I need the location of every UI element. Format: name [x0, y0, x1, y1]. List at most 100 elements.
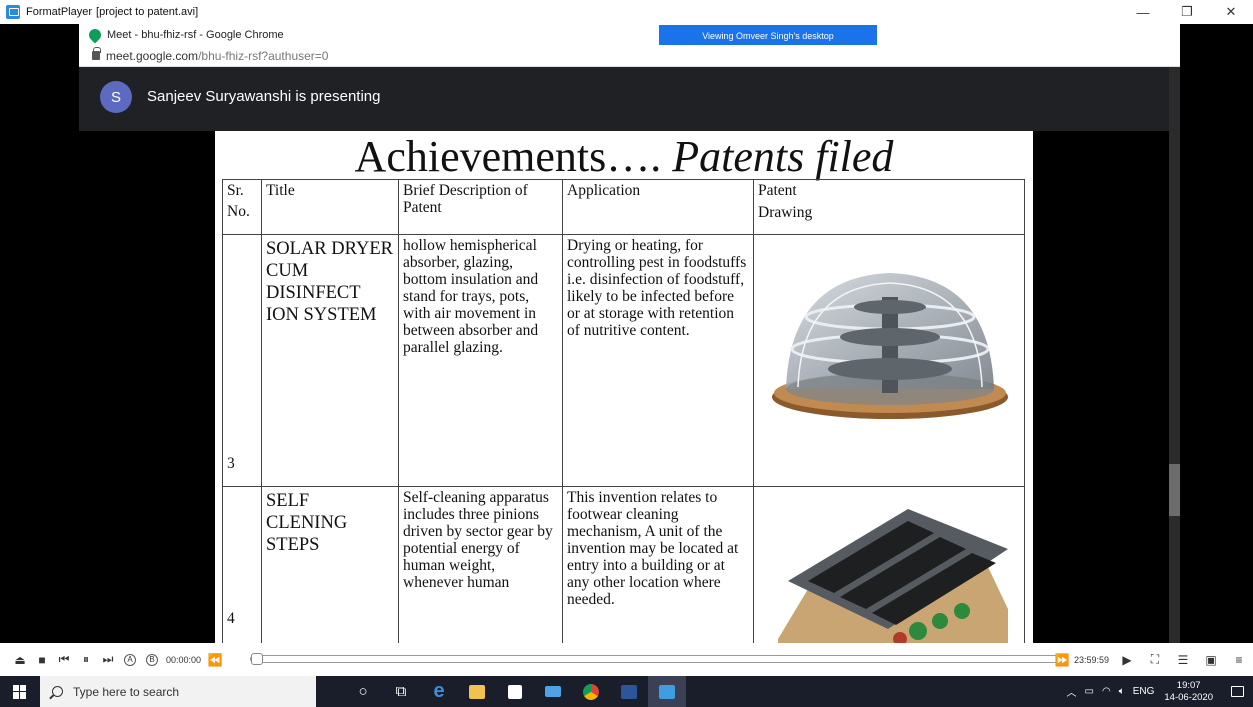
seek-handle[interactable] — [251, 653, 263, 665]
presentation-slide: Achievements…. Patents filed Sr. No. Titl… — [215, 131, 1033, 643]
meet-location-icon — [86, 26, 104, 43]
snapshot-icon[interactable]: ▣ — [1203, 650, 1219, 670]
language-indicator[interactable]: ENG — [1133, 686, 1155, 697]
chrome-address-bar: meet.google.com/bhu-fhiz-rsf?authuser=0 — [79, 45, 1180, 67]
task-view-icon[interactable]: ⧉ — [382, 676, 420, 707]
clock-date: 14-06-2020 — [1164, 691, 1213, 703]
player-file-name: [project to patent.avi] — [96, 6, 199, 18]
remaining-time: 23:59:59 — [1073, 654, 1109, 665]
header-title: Title — [261, 179, 399, 235]
table-header-row: Sr. No. Title Brief Description of Patent… — [222, 179, 1025, 235]
fullscreen-icon[interactable]: ⛶ — [1147, 650, 1163, 670]
current-time: 00:00:00 — [166, 654, 202, 665]
header-sr-line1: Sr. — [227, 182, 244, 199]
avatar: S — [100, 81, 132, 113]
volume-icon[interactable]: ▶ — [1119, 650, 1135, 670]
header-drawing: Patent Drawing — [753, 179, 1025, 235]
ab-repeat-a-button[interactable]: A — [122, 650, 138, 670]
restore-button[interactable]: ❐ — [1165, 0, 1209, 24]
chrome-window-title: Meet - bhu-fhiz-rsf - Google Chrome — [107, 28, 284, 41]
self-cleaning-steps-image — [778, 509, 1008, 643]
search-icon — [52, 686, 63, 697]
store-icon[interactable] — [496, 676, 534, 707]
row-sr: 3 — [222, 234, 262, 487]
rewind-icon[interactable]: ⏪ — [207, 650, 223, 670]
file-explorer-icon[interactable] — [458, 676, 496, 707]
header-sr-line2: No. — [227, 203, 250, 220]
wifi-icon[interactable]: ◠ — [1102, 686, 1111, 697]
video-area[interactable]: Meet - bhu-fhiz-rsf - Google Chrome View… — [0, 24, 1253, 643]
edge-icon[interactable]: e — [420, 676, 458, 707]
eject-icon[interactable]: ⏏ — [12, 650, 28, 670]
battery-icon[interactable]: ▭ — [1085, 686, 1094, 697]
table-row: 3 SOLAR DRYER CUM DISINFECT ION SYSTEM h… — [222, 234, 1025, 487]
start-button[interactable] — [0, 676, 40, 707]
row-application: Drying or heating, for controlling pest … — [562, 234, 754, 487]
equalizer-icon[interactable]: ☰ — [1175, 650, 1191, 670]
speaker-icon[interactable]: 🔈︎ — [1119, 686, 1125, 697]
notification-icon — [1230, 686, 1244, 697]
previous-icon[interactable]: ⏮ — [56, 650, 72, 670]
row-description: hollow hemispherical absorber, glazing, … — [398, 234, 563, 487]
player-titlebar: FormatPlayer [project to patent.avi] — ❐… — [0, 0, 1253, 24]
presenting-text: Sanjeev Suryawanshi is presenting — [147, 88, 381, 105]
row-title: SELF CLENING STEPS — [261, 486, 399, 643]
action-center-button[interactable] — [1221, 686, 1253, 697]
viewing-banner: Viewing Omveer Singh's desktop — [659, 25, 877, 47]
lock-icon — [92, 47, 101, 60]
stop-icon[interactable]: ■ — [34, 650, 50, 670]
next-icon[interactable]: ⏭ — [100, 650, 116, 670]
tray-chevron-icon[interactable]: ︿ — [1067, 684, 1077, 699]
row-application: This invention relates to footwear clean… — [562, 486, 754, 643]
windows-taskbar: Type here to search ○ ⧉ e ︿ ▭ ◠ 🔈︎ ENG 1… — [0, 676, 1253, 707]
player-controls: ⏏ ■ ⏮ ⏸ ⏭ A B 00:00:00 ⏪ ⏩ 23:59:59 ▶ ⛶ … — [0, 643, 1253, 676]
ab-a-label: A — [124, 653, 136, 666]
clock-time: 19:07 — [1176, 679, 1201, 691]
self-cleaning-steps-drawing — [753, 486, 1025, 643]
taskbar-clock[interactable]: 19:07 14-06-2020 — [1164, 680, 1213, 704]
row-description: Self-cleaning apparatus includes three p… — [398, 486, 563, 643]
url-path: /bhu-fhiz-rsf?authuser=0 — [198, 48, 329, 63]
formatplayer-taskbar-icon[interactable] — [648, 676, 686, 707]
meet-presenting-bar: S Sanjeev Suryawanshi is presenting — [79, 67, 1169, 131]
taskbar-apps: ○ ⧉ e — [344, 676, 686, 707]
patents-table: Sr. No. Title Brief Description of Patent… — [222, 179, 1025, 643]
table-row: 4 SELF CLENING STEPS Self-cleaning appar… — [222, 486, 1025, 643]
solar-dryer-dome-image — [772, 273, 1008, 419]
scrollbar-track — [1169, 67, 1180, 643]
ab-repeat-b-button[interactable]: B — [144, 650, 160, 670]
taskbar-search-input[interactable]: Type here to search — [40, 676, 316, 707]
player-controls-right: ⏩ 23:59:59 ▶ ⛶ ☰ ▣ ≡ — [1044, 643, 1253, 676]
word-icon[interactable] — [610, 676, 648, 707]
slide-title-main: Achievements…. — [354, 132, 662, 181]
slide-title-italic: Patents filed — [672, 132, 894, 181]
playlist-icon[interactable]: ≡ — [1231, 650, 1247, 670]
scrollbar-thumb — [1169, 464, 1180, 516]
cortana-icon[interactable]: ○ — [344, 676, 382, 707]
formatplayer-logo-icon — [6, 5, 20, 19]
url-host: meet.google.com — [106, 48, 199, 63]
minimize-button[interactable]: — — [1121, 0, 1165, 24]
search-placeholder: Type here to search — [73, 684, 180, 699]
ab-b-label: B — [146, 653, 158, 666]
windows-logo-icon — [13, 684, 27, 699]
system-tray: ︿ ▭ ◠ 🔈︎ ENG 19:07 14-06-2020 — [1059, 676, 1253, 707]
row-sr: 4 — [222, 486, 262, 643]
fast-forward-icon[interactable]: ⏩ — [1054, 650, 1070, 670]
header-drawing-line2: Drawing — [758, 204, 813, 221]
slide-title: Achievements…. Patents filed — [215, 132, 1033, 182]
window-controls: — ❐ ✕ — [1121, 0, 1253, 24]
header-sr: Sr. No. — [222, 179, 262, 235]
player-app-name: FormatPlayer — [26, 6, 93, 18]
pause-icon[interactable]: ⏸ — [78, 650, 94, 670]
close-button[interactable]: ✕ — [1209, 0, 1253, 24]
chrome-icon[interactable] — [572, 676, 610, 707]
header-application: Application — [562, 179, 754, 235]
header-description: Brief Description of Patent — [398, 179, 563, 235]
row-title: SOLAR DRYER CUM DISINFECT ION SYSTEM — [261, 234, 399, 487]
mail-icon[interactable] — [534, 676, 572, 707]
solar-dryer-drawing — [753, 234, 1025, 487]
chrome-titlebar: Meet - bhu-fhiz-rsf - Google Chrome — [79, 24, 1180, 45]
header-drawing-line1: Patent — [758, 182, 797, 199]
seek-bar[interactable] — [250, 653, 1063, 665]
